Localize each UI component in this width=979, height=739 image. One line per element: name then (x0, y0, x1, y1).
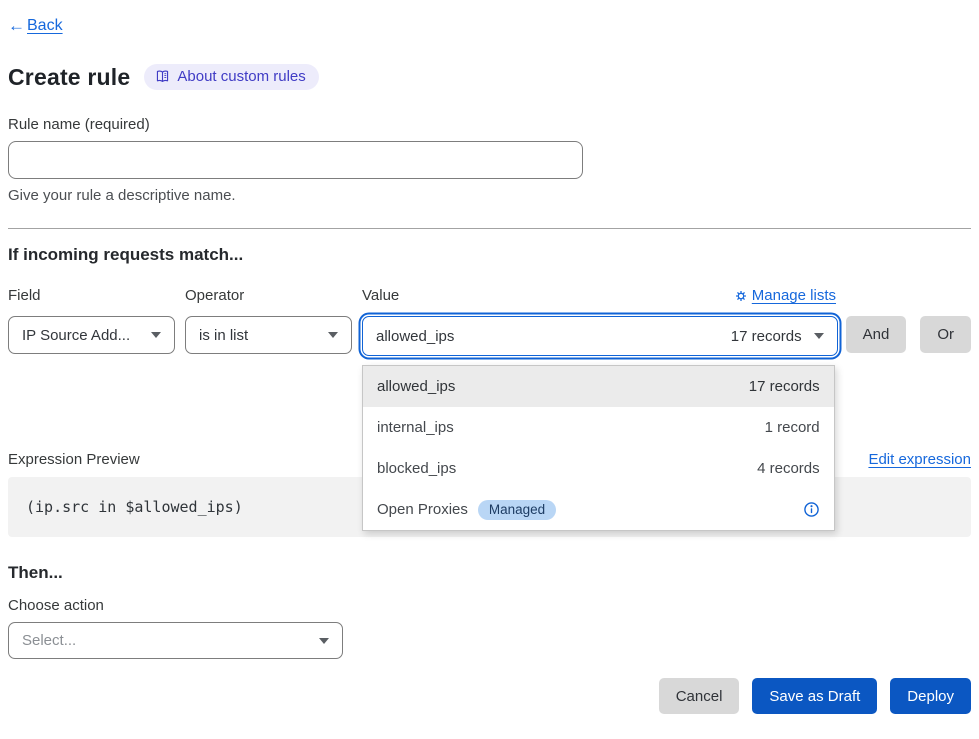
chevron-down-icon (328, 332, 338, 338)
open-book-icon (155, 69, 170, 84)
managed-badge: Managed (478, 500, 556, 520)
value-select-wrapper: allowed_ips 17 records allowed_ips 17 re… (362, 316, 838, 356)
action-select-placeholder: Select... (22, 632, 76, 649)
chevron-down-icon (151, 332, 161, 338)
field-select-value: IP Source Add... (22, 327, 130, 344)
then-heading: Then... (8, 563, 971, 583)
list-option-open-proxies[interactable]: Open Proxies Managed (363, 489, 834, 530)
list-option-name: allowed_ips (377, 378, 455, 395)
cancel-button[interactable]: Cancel (659, 678, 740, 714)
condition-row: IP Source Add... is in list allowed_ips … (8, 316, 971, 356)
chevron-down-icon (814, 333, 824, 339)
match-section-heading: If incoming requests match... (8, 245, 971, 265)
and-button[interactable]: And (846, 316, 907, 353)
manage-lists-link[interactable]: Manage lists (735, 287, 836, 304)
save-as-draft-button[interactable]: Save as Draft (752, 678, 877, 714)
expression-preview-label: Expression Preview (8, 451, 140, 468)
title-row: Create rule About custom rules (8, 62, 971, 92)
list-option-internal-ips[interactable]: internal_ips 1 record (363, 407, 834, 448)
value-dropdown: allowed_ips 17 records internal_ips 1 re… (362, 365, 835, 531)
about-custom-rules-link[interactable]: About custom rules (144, 64, 318, 90)
list-option-records: 1 record (765, 419, 820, 436)
back-label: Back (27, 17, 63, 35)
list-option-name: internal_ips (377, 419, 454, 436)
list-option-allowed-ips[interactable]: allowed_ips 17 records (363, 366, 834, 407)
about-custom-rules-label: About custom rules (177, 68, 305, 85)
value-select-value: allowed_ips (376, 328, 454, 345)
value-select-records: 17 records (731, 328, 802, 345)
manage-lists-label: Manage lists (752, 287, 836, 304)
back-link[interactable]: ← Back (8, 16, 63, 36)
create-rule-page: ← Back Create rule About custom rules Ru… (0, 0, 979, 714)
rule-name-label: Rule name (required) (8, 116, 971, 133)
operator-select[interactable]: is in list (185, 316, 352, 354)
footer-actions: Cancel Save as Draft Deploy (8, 678, 971, 714)
left-arrow-icon: ← (8, 16, 25, 36)
list-option-blocked-ips[interactable]: blocked_ips 4 records (363, 448, 834, 489)
operator-select-value: is in list (199, 327, 248, 344)
rule-name-helper: Give your rule a descriptive name. (8, 187, 971, 204)
rule-name-input[interactable] (8, 141, 583, 179)
condition-labels-row: Field Operator Value Manage lists (8, 287, 971, 304)
field-select[interactable]: IP Source Add... (8, 316, 175, 354)
field-label: Field (8, 287, 175, 304)
or-button[interactable]: Or (920, 316, 971, 353)
info-icon[interactable] (803, 501, 820, 518)
chevron-down-icon (319, 638, 329, 644)
action-select[interactable]: Select... (8, 622, 343, 659)
page-title: Create rule (8, 64, 130, 91)
edit-expression-link[interactable]: Edit expression (868, 451, 971, 468)
deploy-button[interactable]: Deploy (890, 678, 971, 714)
list-option-name: blocked_ips (377, 460, 456, 477)
list-option-records: 17 records (749, 378, 820, 395)
operator-label: Operator (185, 287, 352, 304)
value-label: Value (362, 287, 399, 304)
choose-action-label: Choose action (8, 597, 971, 614)
expression-code: (ip.src in $allowed_ips) (26, 498, 243, 516)
value-select[interactable]: allowed_ips 17 records (362, 316, 838, 356)
list-option-name: Open Proxies (377, 501, 468, 518)
list-option-records: 4 records (757, 460, 820, 477)
section-divider (8, 228, 971, 229)
gear-icon (735, 290, 747, 302)
